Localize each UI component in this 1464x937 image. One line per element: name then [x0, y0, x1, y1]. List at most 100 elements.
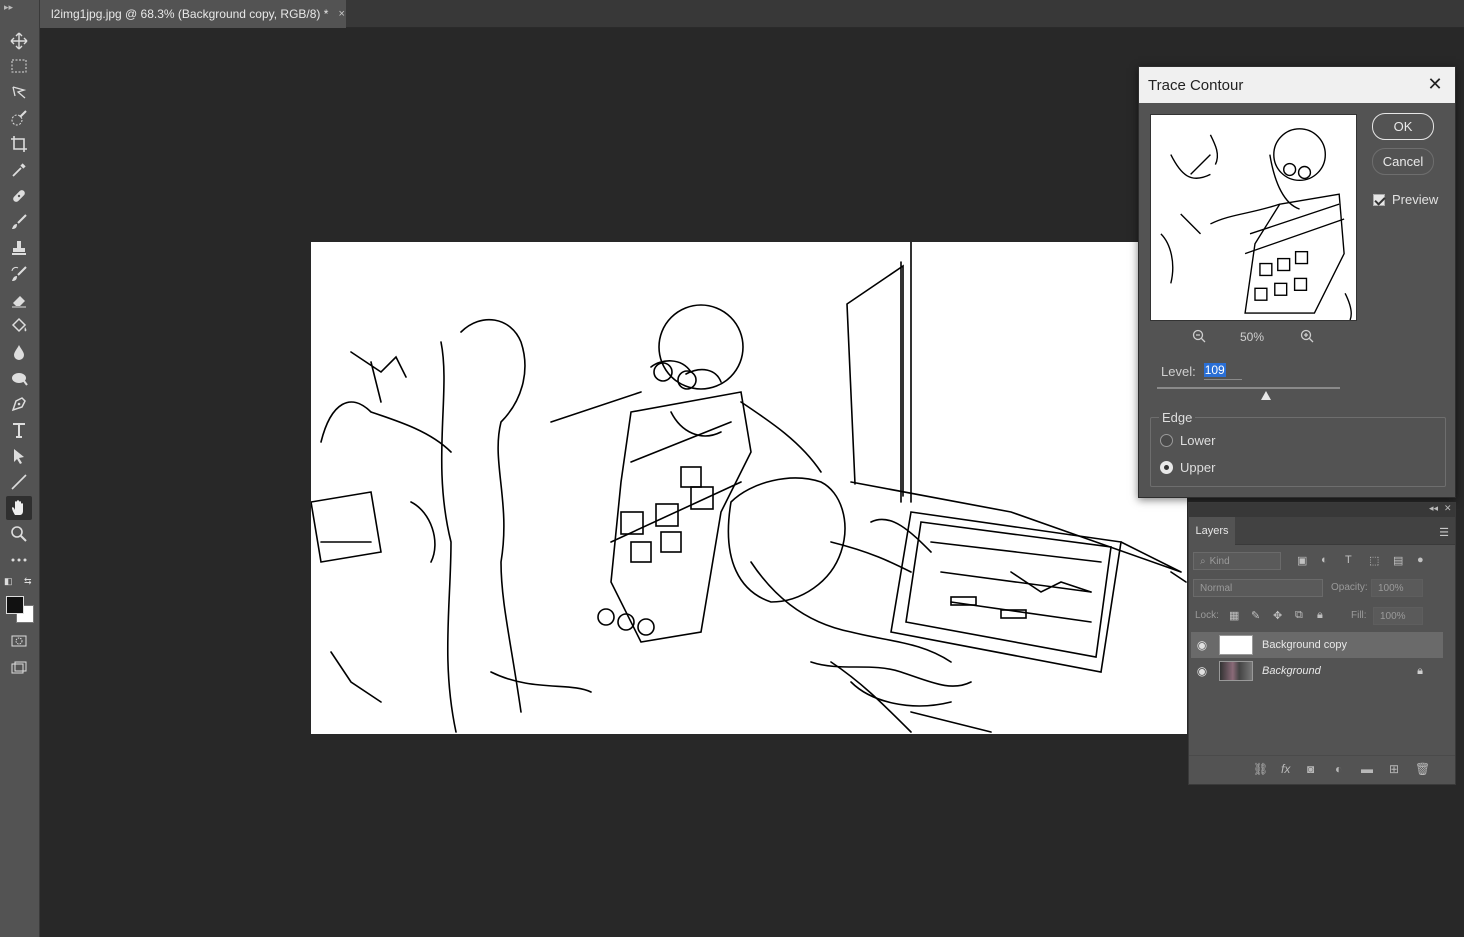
- default-colors-icon[interactable]: ◧: [4, 576, 13, 587]
- fx-icon[interactable]: fx: [1281, 762, 1290, 776]
- level-input[interactable]: 109: [1203, 362, 1242, 380]
- lock-transparent-icon[interactable]: ▦: [1229, 609, 1239, 622]
- ellipsis-icon[interactable]: [6, 548, 32, 572]
- edge-lower-radio[interactable]: Lower: [1160, 433, 1215, 448]
- zoom-out-icon[interactable]: [1192, 329, 1206, 346]
- lock-all-icon[interactable]: 🔒︎: [1317, 609, 1323, 622]
- add-mask-icon[interactable]: ◙: [1307, 762, 1314, 776]
- edge-lower-label: Lower: [1180, 433, 1216, 448]
- layers-panel: ◂◂ ✕ Layers ☰ ⌕ Kind ▣ ◐ T ⬚ ▤ ● Normal …: [1188, 502, 1456, 785]
- lock-row: Lock: ▦ ✎ ✥ ⧉ 🔒︎ Fill: 100%: [1193, 607, 1445, 629]
- rect-marquee-icon[interactable]: [6, 54, 32, 78]
- panel-collapse-icon[interactable]: ▸▸: [4, 2, 13, 12]
- layer-name: Background copy: [1262, 639, 1347, 651]
- cancel-button[interactable]: Cancel: [1372, 148, 1434, 175]
- level-slider-thumb[interactable]: [1261, 391, 1271, 400]
- visibility-eye-icon[interactable]: ◉: [1191, 664, 1213, 678]
- document-canvas[interactable]: [311, 242, 1187, 734]
- preview-zoom-value: 50%: [1240, 330, 1265, 344]
- dodge-icon[interactable]: [6, 366, 32, 390]
- type-icon[interactable]: [6, 418, 32, 442]
- foreground-color-swatch[interactable]: [6, 596, 24, 614]
- hand-icon[interactable]: [6, 496, 32, 520]
- filter-preview[interactable]: [1150, 114, 1357, 321]
- brush-icon[interactable]: [6, 210, 32, 234]
- eraser-icon[interactable]: [6, 288, 32, 312]
- close-icon[interactable]: ✕: [1425, 74, 1445, 94]
- history-brush-icon[interactable]: [6, 262, 32, 286]
- drop-icon[interactable]: [6, 340, 32, 364]
- pixel-filter-icon[interactable]: ▣: [1297, 554, 1307, 567]
- close-panel-icon[interactable]: ✕: [1444, 503, 1452, 514]
- layers-footer: ⛓ fx ◙ ◐ ▬ ⊞ 🗑︎: [1189, 755, 1455, 783]
- lock-position-icon[interactable]: ✥: [1273, 609, 1282, 622]
- screen-mode-icon[interactable]: [6, 656, 32, 680]
- filter-toggle-icon[interactable]: ●: [1417, 554, 1424, 566]
- photoshop-window: ▸▸ ◧ ⇆ l2img1jpg.jpg @ 68.3% (Background…: [0, 0, 1464, 937]
- blend-mode-select[interactable]: Normal: [1193, 579, 1323, 597]
- opacity-value: 100%: [1378, 582, 1404, 594]
- visibility-eye-icon[interactable]: ◉: [1191, 638, 1213, 652]
- line-icon[interactable]: [6, 470, 32, 494]
- zoom-icon[interactable]: [6, 522, 32, 546]
- collapse-panel-icon[interactable]: ◂◂: [1429, 503, 1438, 514]
- kind-filter-label: Kind: [1209, 555, 1230, 567]
- stamp-icon[interactable]: [6, 236, 32, 260]
- radio-selected-icon[interactable]: [1160, 461, 1173, 474]
- type-filter-icon[interactable]: T: [1345, 554, 1352, 566]
- level-label: Level:: [1161, 363, 1196, 379]
- quick-select-icon[interactable]: [6, 106, 32, 130]
- checkbox-checked-icon[interactable]: [1373, 193, 1385, 206]
- kind-filter-select[interactable]: ⌕ Kind: [1193, 552, 1281, 570]
- zoom-in-icon[interactable]: [1300, 329, 1314, 346]
- close-tab-icon[interactable]: ×: [338, 8, 344, 20]
- fill-input[interactable]: 100%: [1373, 607, 1423, 625]
- layer-row-background-copy[interactable]: ◉ Background copy: [1191, 632, 1443, 658]
- crop-icon[interactable]: [6, 132, 32, 156]
- tab-layers[interactable]: Layers: [1189, 517, 1235, 545]
- edge-upper-label: Upper: [1180, 460, 1216, 475]
- ok-button[interactable]: OK: [1372, 113, 1434, 140]
- color-swatches[interactable]: ◧ ⇆: [4, 576, 36, 626]
- link-layers-icon[interactable]: ⛓: [1253, 762, 1268, 776]
- layers-tab-bar: Layers ☰: [1189, 517, 1455, 545]
- lock-pixels-icon[interactable]: ✎: [1251, 609, 1260, 622]
- bucket-icon[interactable]: [6, 314, 32, 338]
- quick-mask-icon[interactable]: [6, 629, 32, 653]
- layer-row-background[interactable]: ◉ Background 🔒︎: [1191, 658, 1443, 684]
- radio-unselected-icon[interactable]: [1160, 434, 1173, 447]
- layer-name: Background: [1262, 665, 1321, 677]
- eyedropper-icon[interactable]: [6, 158, 32, 182]
- edge-upper-radio[interactable]: Upper: [1160, 460, 1215, 475]
- lasso-icon[interactable]: [6, 80, 32, 104]
- level-slider-track[interactable]: [1157, 387, 1340, 389]
- adjustment-filter-icon[interactable]: ◐: [1321, 554, 1328, 566]
- bandage-icon[interactable]: [6, 184, 32, 208]
- preview-label: Preview: [1392, 192, 1439, 207]
- move-icon[interactable]: [6, 29, 32, 53]
- swap-colors-icon[interactable]: ⇆: [24, 576, 32, 587]
- document-tab[interactable]: l2img1jpg.jpg @ 68.3% (Background copy, …: [40, 0, 346, 28]
- trash-icon[interactable]: 🗑︎: [1415, 762, 1430, 776]
- panel-menu-icon[interactable]: ☰: [1439, 526, 1449, 539]
- tools-panel: ▸▸ ◧ ⇆: [0, 0, 40, 937]
- pen-icon[interactable]: [6, 392, 32, 416]
- contour-image: [311, 242, 1187, 733]
- lock-artboard-icon[interactable]: ⧉: [1295, 609, 1303, 622]
- dialog-title-bar[interactable]: Trace Contour: [1139, 67, 1455, 103]
- new-layer-icon[interactable]: ⊞: [1389, 762, 1399, 776]
- arrow-icon[interactable]: [6, 444, 32, 468]
- adjustment-layer-icon[interactable]: ◐: [1335, 762, 1342, 776]
- dialog-title: Trace Contour: [1148, 76, 1244, 94]
- shape-filter-icon[interactable]: ⬚: [1369, 554, 1379, 567]
- new-group-icon[interactable]: ▬: [1361, 762, 1373, 776]
- layer-thumbnail: [1219, 661, 1253, 681]
- opacity-label: Opacity:: [1331, 582, 1368, 593]
- fill-label: Fill:: [1351, 610, 1367, 621]
- smart-object-filter-icon[interactable]: ▤: [1393, 554, 1403, 567]
- opacity-input[interactable]: 100%: [1371, 579, 1423, 597]
- preview-image: [1160, 128, 1352, 320]
- level-value: 109: [1203, 363, 1226, 377]
- layer-thumbnail: [1219, 635, 1253, 655]
- preview-checkbox[interactable]: Preview: [1373, 192, 1438, 207]
